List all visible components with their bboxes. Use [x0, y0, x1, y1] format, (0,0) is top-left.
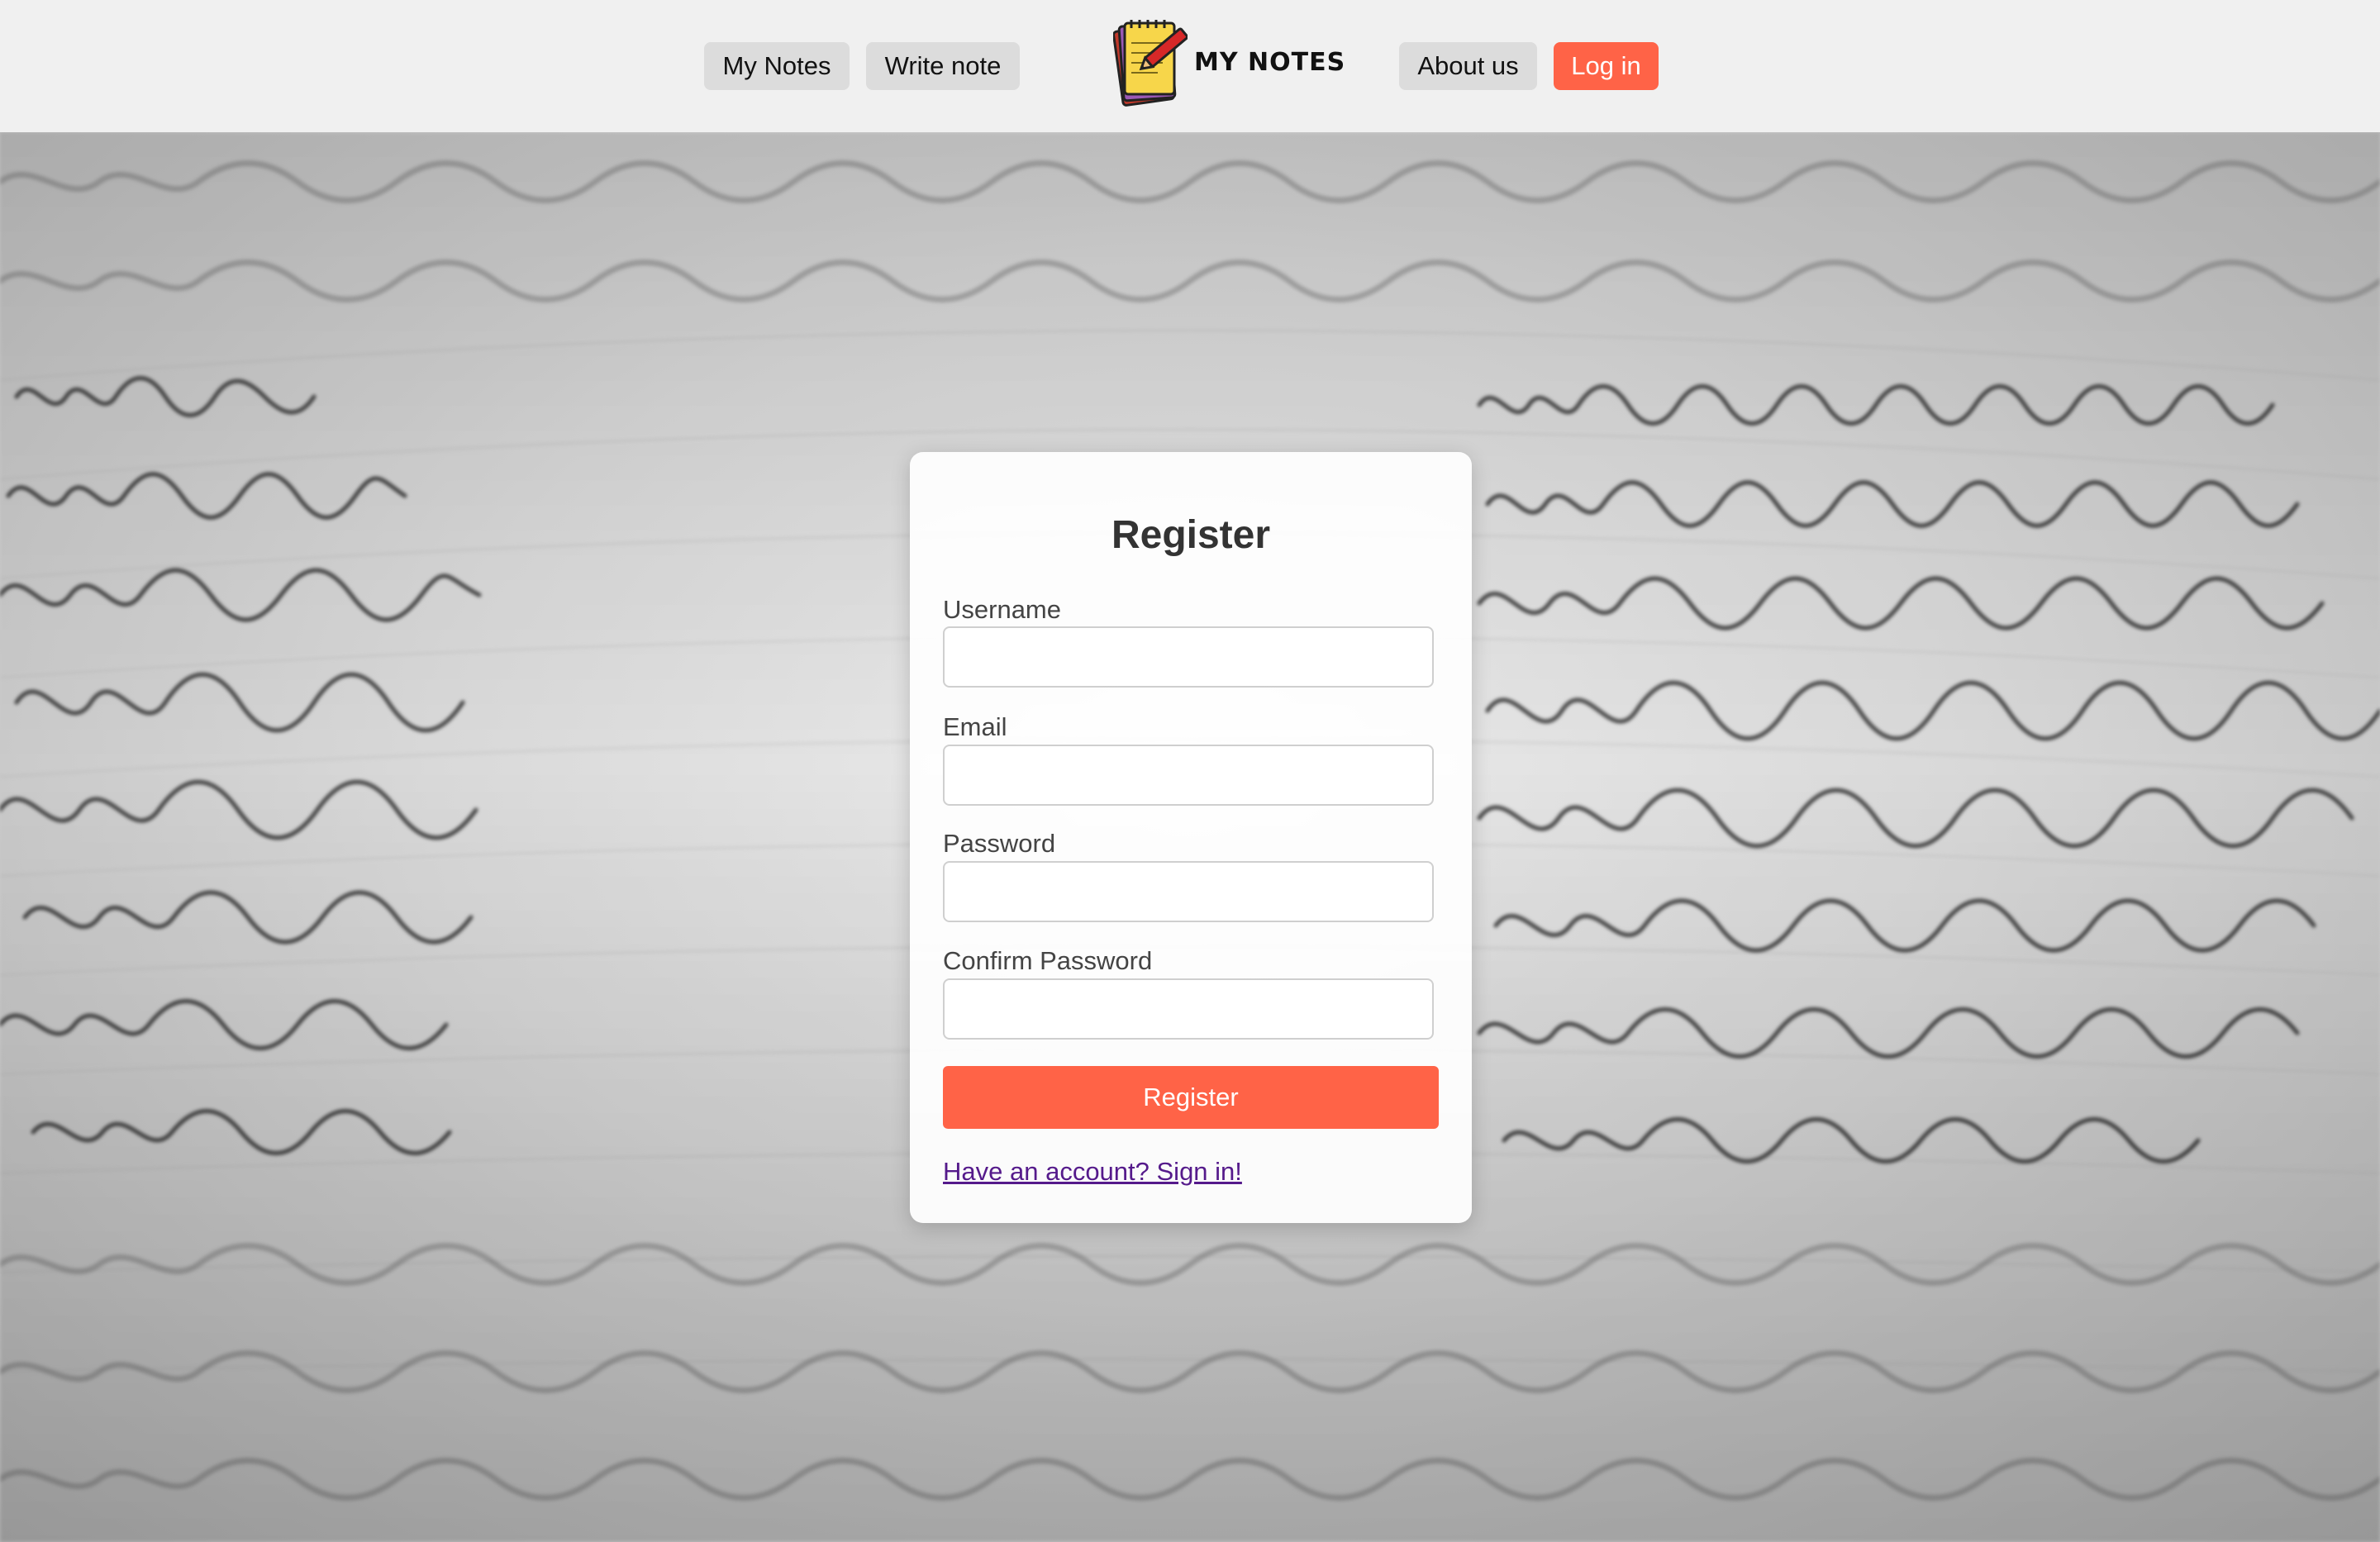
password-label: Password — [943, 829, 1056, 858]
confirm-password-label: Confirm Password — [943, 946, 1153, 975]
username-label: Username — [943, 595, 1061, 624]
logo-text: MY NOTES — [1194, 48, 1346, 77]
password-input[interactable] — [943, 861, 1434, 922]
register-button[interactable]: Register — [943, 1066, 1439, 1129]
nav-my-notes-button[interactable]: My Notes — [704, 42, 850, 90]
confirm-password-input[interactable] — [943, 978, 1434, 1040]
top-navbar: My Notes Write note MY NOTES About us Lo… — [0, 0, 2380, 132]
nav-write-note-button[interactable]: Write note — [866, 42, 1020, 90]
username-input[interactable] — [943, 626, 1434, 688]
notepad-pencil-icon — [1113, 20, 1188, 107]
site-logo[interactable]: MY NOTES — [1113, 17, 1345, 109]
nav-log-in-button[interactable]: Log in — [1554, 42, 1659, 90]
email-label: Email — [943, 712, 1007, 741]
email-input[interactable] — [943, 745, 1434, 806]
register-title: Register — [1111, 513, 1271, 557]
nav-about-us-button[interactable]: About us — [1399, 42, 1537, 90]
register-card: Register Username Email Password Confirm… — [910, 452, 1472, 1223]
sign-in-link[interactable]: Have an account? Sign in! — [943, 1157, 1242, 1187]
